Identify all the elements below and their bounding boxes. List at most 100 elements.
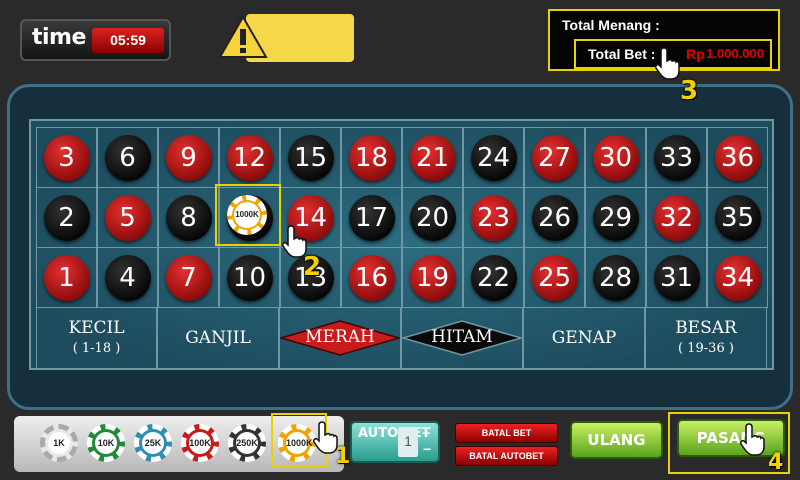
number-cell[interactable]: 36 — [707, 127, 768, 188]
total-win-label: Total Menang : — [562, 17, 660, 33]
number-cell[interactable]: 18 — [341, 127, 402, 188]
kecil-label: KECIL — [68, 318, 125, 338]
number-20: 20 — [409, 194, 456, 241]
bet-genap[interactable]: GENAP — [523, 307, 645, 369]
number-cell[interactable]: 10 — [219, 247, 280, 308]
auto-bet-button[interactable]: AUTO BET 1 + − — [350, 421, 440, 463]
number-36: 36 — [714, 134, 761, 181]
number-cell[interactable]: 35 — [707, 187, 768, 248]
number-28: 28 — [592, 254, 639, 301]
number-24: 24 — [470, 134, 517, 181]
placed-chip-label: 1000K — [234, 202, 260, 228]
number-21: 21 — [409, 134, 456, 181]
ganjil-label: GANJIL — [185, 328, 251, 348]
chip-label: 250K — [236, 432, 258, 454]
number-cell[interactable]: 6 — [97, 127, 158, 188]
number-cell[interactable]: 12 — [219, 127, 280, 188]
chip-1k[interactable]: 1K — [40, 424, 78, 462]
step-two-marker: 2 — [303, 252, 322, 282]
number-cell[interactable]: 21 — [402, 127, 463, 188]
hand-cursor-icon — [655, 47, 680, 80]
number-30: 30 — [592, 134, 639, 181]
bet-besar[interactable]: BESAR ( 19-36 ) — [645, 307, 767, 369]
number-2: 2 — [43, 194, 90, 241]
number-cell[interactable]: 3 — [36, 127, 97, 188]
number-cell[interactable]: 26 — [524, 187, 585, 248]
number-27: 27 — [531, 134, 578, 181]
number-cell[interactable]: 28 — [585, 247, 646, 308]
number-31: 31 — [653, 254, 700, 301]
number-cell[interactable]: 27 — [524, 127, 585, 188]
number-cell[interactable]: 23 — [463, 187, 524, 248]
number-cell[interactable]: 29 — [585, 187, 646, 248]
number-15: 15 — [287, 134, 334, 181]
chip-label: 10K — [95, 432, 117, 454]
placed-chip[interactable]: 1000K — [227, 195, 267, 235]
number-cell[interactable]: 34 — [707, 247, 768, 308]
number-cell[interactable]: 17 — [341, 187, 402, 248]
auto-bet-count-value: 1 — [404, 433, 412, 449]
number-34: 34 — [714, 254, 761, 301]
number-cell[interactable]: 19 — [402, 247, 463, 308]
number-cell[interactable]: 20 — [402, 187, 463, 248]
chip-25k[interactable]: 25K — [134, 424, 172, 462]
number-5: 5 — [104, 194, 151, 241]
number-cell[interactable]: 31 — [646, 247, 707, 308]
auto-bet-plus-button[interactable]: + — [422, 425, 430, 441]
number-23: 23 — [470, 194, 517, 241]
step-three-marker: 3 — [680, 76, 699, 106]
number-6: 6 — [104, 134, 151, 181]
number-cell[interactable]: 5 — [97, 187, 158, 248]
chip-100k[interactable]: 100K — [181, 424, 219, 462]
number-19: 19 — [409, 254, 456, 301]
kecil-range: ( 1-18 ) — [72, 341, 121, 356]
number-22: 22 — [470, 254, 517, 301]
number-12: 12 — [226, 134, 273, 181]
chip-label: 100K — [189, 432, 211, 454]
bet-merah[interactable]: MERAH — [279, 307, 401, 369]
currency-label: Rp — [686, 46, 705, 62]
cancel-autobet-button[interactable]: BATAL AUTOBET — [455, 446, 558, 466]
besar-range: ( 19-36 ) — [678, 341, 734, 356]
step-one-marker: 1 — [335, 444, 351, 469]
number-cell[interactable]: 9 — [158, 127, 219, 188]
number-cell[interactable]: 7 — [158, 247, 219, 308]
total-bet-label: Total Bet : — [588, 46, 656, 62]
number-4: 4 — [104, 254, 151, 301]
repeat-button[interactable]: ULANG — [570, 421, 663, 459]
number-cell[interactable]: 16 — [341, 247, 402, 308]
number-cell[interactable]: 33 — [646, 127, 707, 188]
bet-hitam[interactable]: HITAM — [401, 307, 523, 369]
bet-ganjil[interactable]: GANJIL — [157, 307, 279, 369]
chip-label: 1K — [48, 432, 70, 454]
number-cell[interactable]: 4 — [97, 247, 158, 308]
number-cell[interactable]: 24 — [463, 127, 524, 188]
number-26: 26 — [531, 194, 578, 241]
bet-kecil[interactable]: KECIL ( 1-18 ) — [36, 307, 157, 369]
number-cell[interactable]: 32 — [646, 187, 707, 248]
number-cell[interactable]: 25 — [524, 247, 585, 308]
number-cell[interactable]: 22 — [463, 247, 524, 308]
number-17: 17 — [348, 194, 395, 241]
number-33: 33 — [653, 134, 700, 181]
besar-label: BESAR — [675, 318, 737, 338]
number-10: 10 — [226, 254, 273, 301]
number-cell[interactable]: 8 — [158, 187, 219, 248]
auto-bet-count: 1 — [398, 427, 418, 457]
auto-bet-minus-button[interactable]: − — [423, 441, 431, 457]
step-four-marker: 4 — [768, 450, 784, 475]
number-16: 16 — [348, 254, 395, 301]
number-cell[interactable]: 30 — [585, 127, 646, 188]
number-7: 7 — [165, 254, 212, 301]
chip-10k[interactable]: 10K — [87, 424, 125, 462]
number-cell[interactable]: 15 — [280, 127, 341, 188]
number-cell[interactable]: 2 — [36, 187, 97, 248]
hitam-label: HITAM — [431, 327, 493, 347]
timer-panel: time 05:59 — [20, 19, 171, 61]
chip-250k[interactable]: 250K — [228, 424, 266, 462]
warning-icon — [218, 14, 268, 58]
roulette-table: 3691215182124273033362581114172023262932… — [29, 119, 774, 370]
number-1: 1 — [43, 254, 90, 301]
cancel-bet-button[interactable]: BATAL BET — [455, 423, 558, 443]
number-cell[interactable]: 1 — [36, 247, 97, 308]
